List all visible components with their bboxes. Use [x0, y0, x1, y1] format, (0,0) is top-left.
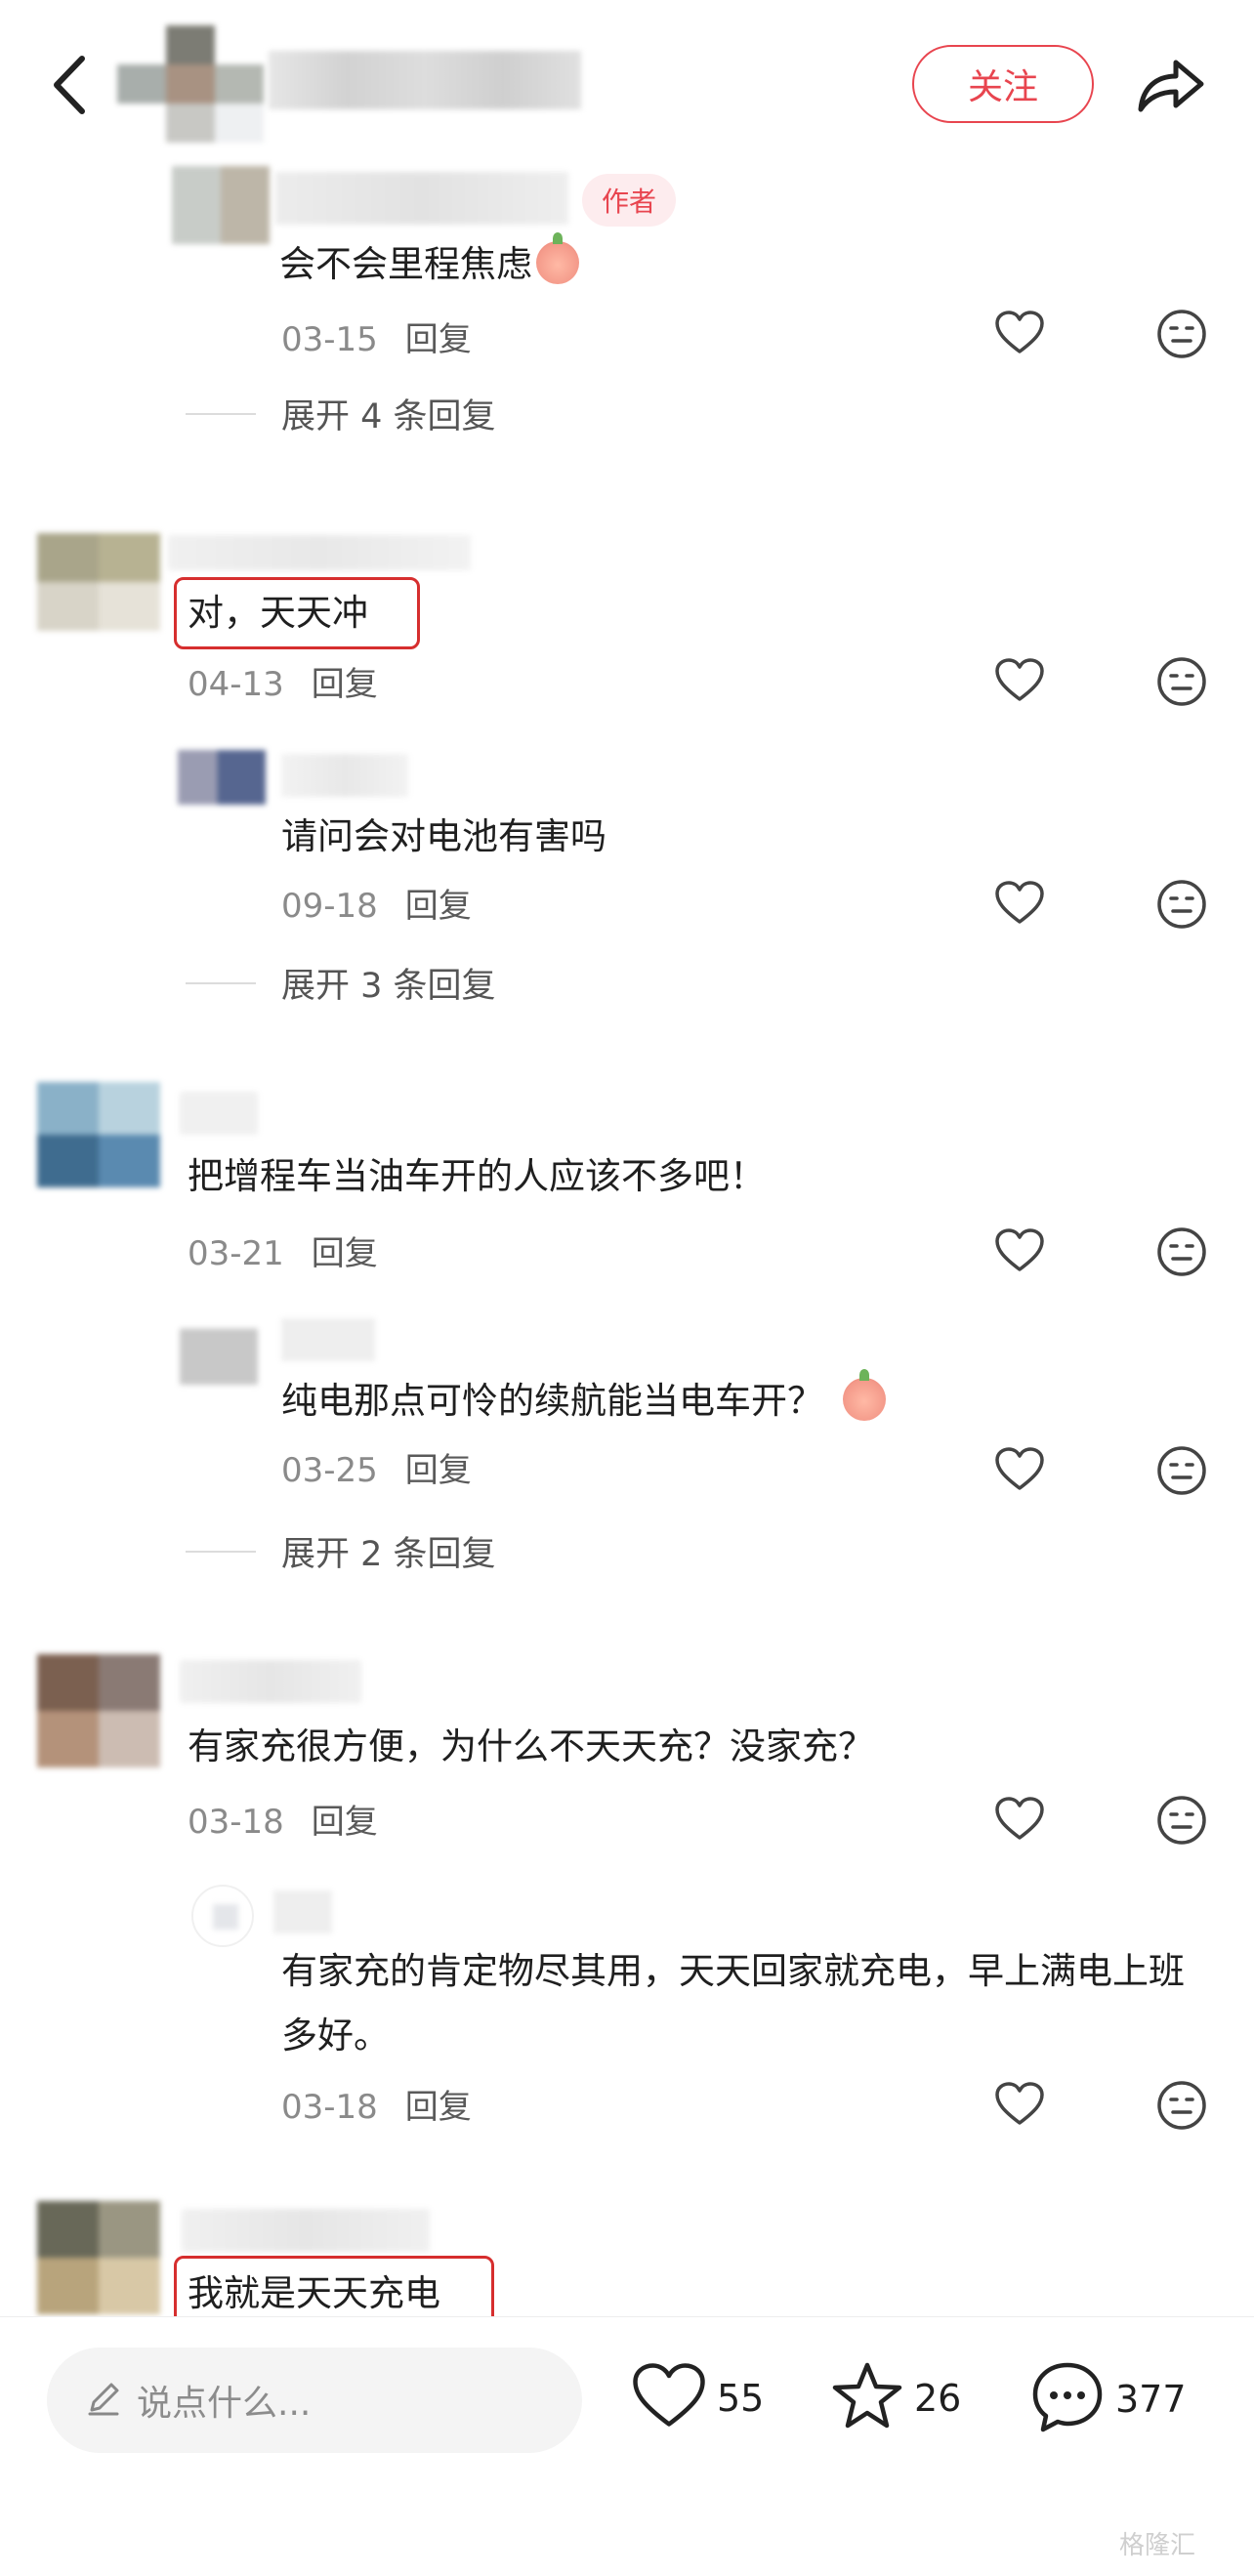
expand-replies-link[interactable]: 展开 4 条回复 [281, 389, 496, 438]
reply-link[interactable]: 回复 [405, 320, 472, 359]
pencil-icon [84, 2379, 123, 2422]
reply-author-name[interactable] [273, 1890, 332, 1933]
collect-count: 26 [914, 2377, 962, 2420]
reply-link[interactable]: 回复 [405, 887, 472, 926]
comment-meta: 03-15 回复 [281, 312, 472, 360]
post-author-name[interactable] [269, 51, 581, 109]
reply-text: 请问会对电池有害吗 [281, 815, 606, 857]
expand-divider [186, 413, 256, 415]
comments-button[interactable]: 377 [1029, 2359, 1187, 2439]
reply-date: 03-18 [281, 2088, 378, 2127]
reply-link[interactable]: 回复 [312, 665, 378, 704]
comment-text: 把增程车当油车开的人应该不多吧！ [188, 1155, 766, 1197]
reply-link[interactable]: 回复 [405, 1451, 472, 1490]
like-icon[interactable] [994, 881, 1045, 926]
peach-emoji-icon [843, 1369, 886, 1421]
like-button[interactable]: 55 [631, 2361, 764, 2435]
author-badge: 作者 [582, 174, 676, 227]
commenter-name[interactable] [182, 2209, 430, 2252]
comment-text: 会不会里程焦虑 [279, 232, 579, 297]
share-icon[interactable] [1133, 47, 1207, 121]
commenter-name[interactable] [180, 1092, 258, 1135]
reply-author-name[interactable] [281, 754, 408, 797]
comment-date: 03-18 [188, 1803, 284, 1842]
reply-author-avatar[interactable] [178, 750, 266, 805]
peach-emoji-icon [536, 232, 579, 284]
meh-face-icon[interactable] [1156, 656, 1207, 707]
comment-date: 03-21 [188, 1234, 284, 1273]
reply-date: 03-25 [281, 1451, 378, 1490]
collect-button[interactable]: 26 [830, 2359, 961, 2437]
commenter-avatar[interactable] [37, 1082, 160, 1187]
star-icon [830, 2359, 904, 2437]
reply-link[interactable]: 回复 [312, 1803, 378, 1842]
like-icon[interactable] [994, 1447, 1045, 1492]
reply-meta: 03-25 回复 [281, 1443, 472, 1491]
reply-link[interactable]: 回复 [312, 1234, 378, 1273]
chat-bubble-icon [1029, 2359, 1106, 2439]
expand-divider [186, 1551, 256, 1553]
expand-divider [186, 982, 256, 984]
comment-meta: 03-21 回复 [188, 1226, 378, 1274]
reply-date: 09-18 [281, 887, 378, 926]
reply-text: 有家充的肯定物尽其用，天天回家就充电，早上满电上班多好。 [281, 1950, 1185, 2057]
like-icon[interactable] [994, 311, 1045, 355]
comment-date: 04-13 [188, 665, 284, 704]
meh-face-icon[interactable] [1156, 309, 1207, 359]
reply-author-avatar[interactable] [191, 1885, 254, 1947]
like-icon[interactable] [994, 1228, 1045, 1273]
meh-face-icon[interactable] [1156, 1795, 1207, 1846]
expand-replies-link[interactable]: 展开 3 条回复 [281, 958, 496, 1008]
commenter-name[interactable] [168, 535, 471, 570]
commenter-avatar[interactable] [37, 1654, 160, 1767]
reply-author-name[interactable] [281, 1318, 375, 1361]
comment-meta: 04-13 回复 [188, 657, 378, 705]
meh-face-icon[interactable] [1156, 1445, 1207, 1496]
commenter-avatar[interactable] [37, 2201, 160, 2314]
like-icon[interactable] [994, 658, 1045, 703]
reply-meta: 03-18 回复 [281, 2080, 472, 2128]
follow-button[interactable]: 关注 [912, 45, 1094, 123]
meh-face-icon[interactable] [1156, 2080, 1207, 2131]
comment-date: 03-15 [281, 320, 378, 359]
like-icon[interactable] [994, 2082, 1045, 2127]
reply-meta: 09-18 回复 [281, 879, 472, 927]
expand-replies-link[interactable]: 展开 2 条回复 [281, 1526, 496, 1576]
commenter-avatar[interactable] [37, 533, 160, 631]
reply-author-name[interactable] [275, 172, 568, 225]
watermark: 格隆汇 [1119, 2531, 1196, 2560]
meh-face-icon[interactable] [1156, 1226, 1207, 1277]
comment-meta: 03-18 回复 [188, 1795, 378, 1843]
heart-icon [631, 2361, 707, 2435]
like-icon[interactable] [994, 1797, 1045, 1842]
reply-author-avatar[interactable] [180, 1314, 258, 1385]
comment-text: 对，天天冲 [188, 592, 368, 634]
reply-author-avatar[interactable] [172, 166, 270, 244]
comment-text: 有家充很方便，为什么不天天充？没家充？ [188, 1725, 874, 1767]
meh-face-icon[interactable] [1156, 879, 1207, 930]
back-icon[interactable] [47, 51, 96, 119]
commenter-name[interactable] [180, 1660, 361, 1703]
reply-text: 纯电那点可怜的续航能当电车开？ [281, 1369, 886, 1433]
post-author-avatar[interactable] [117, 25, 264, 143]
reply-text-content: 纯电那点可怜的续航能当电车开？ [281, 1380, 823, 1422]
comment-count: 377 [1115, 2378, 1187, 2421]
like-count: 55 [717, 2377, 765, 2420]
comment-input[interactable]: 说点什么... [47, 2347, 582, 2453]
comment-text-content: 会不会里程焦虑 [279, 243, 532, 285]
reply-link[interactable]: 回复 [405, 2088, 472, 2127]
comment-input-placeholder: 说点什么... [137, 2384, 312, 2424]
